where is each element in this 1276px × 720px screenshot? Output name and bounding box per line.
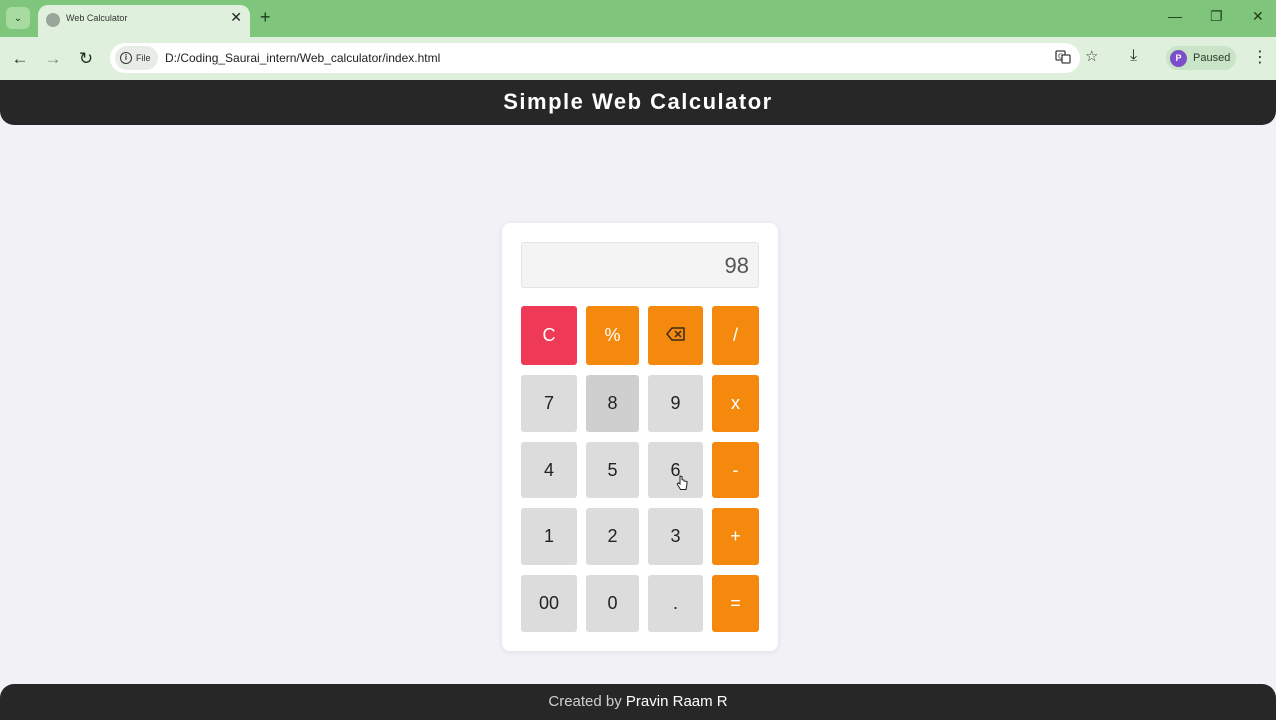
key-3[interactable]: 3 bbox=[648, 508, 703, 565]
display-value: 98 bbox=[724, 253, 749, 278]
clear-button[interactable]: C bbox=[521, 306, 577, 365]
star-icon[interactable]: ☆ bbox=[1085, 49, 1098, 65]
forward-button[interactable]: → bbox=[42, 48, 64, 70]
reload-icon: ↻ bbox=[78, 49, 94, 68]
plus-button[interactable]: + bbox=[712, 508, 759, 565]
chevron-down-icon: ⌄ bbox=[13, 12, 23, 24]
profile-status: Paused bbox=[1193, 52, 1231, 64]
profile-button[interactable]: P Paused bbox=[1166, 46, 1236, 70]
key-5[interactable]: 5 bbox=[586, 442, 639, 498]
backspace-button[interactable] bbox=[648, 306, 703, 365]
divide-button[interactable]: / bbox=[712, 306, 759, 365]
footer-author: Pravin Raam R bbox=[625, 693, 728, 710]
key-9[interactable]: 9 bbox=[648, 375, 703, 432]
calculator: 98 C % / 7 8 9 x 4 5 6 - 1 2 3 + 00 0 . … bbox=[502, 223, 778, 651]
browser-toolbar: ← → ↻ i File D:/Coding_Saurai_intern/Web… bbox=[0, 37, 1276, 80]
active-tab[interactable]: Web Calculator ✕ bbox=[38, 5, 250, 37]
close-window-button[interactable]: ✕ bbox=[1252, 9, 1264, 23]
footer-prefix: Created by bbox=[548, 693, 626, 710]
download-icon[interactable]: ⤓ bbox=[1130, 47, 1137, 65]
address-bar[interactable]: i File D:/Coding_Saurai_intern/Web_calcu… bbox=[110, 43, 1098, 73]
reload-button[interactable]: ↻ bbox=[75, 48, 97, 70]
footer-text: Created by Pravin Raam R bbox=[0, 693, 1276, 710]
info-icon: i bbox=[120, 52, 132, 64]
decimal-button[interactable]: . bbox=[648, 575, 703, 632]
minus-button[interactable]: - bbox=[712, 442, 759, 498]
avatar: P bbox=[1170, 49, 1187, 67]
forward-icon: → bbox=[44, 49, 62, 68]
equals-button[interactable]: = bbox=[712, 575, 759, 632]
key-6[interactable]: 6 bbox=[648, 442, 703, 498]
page-title: Simple Web Calculator bbox=[503, 89, 773, 114]
site-info-label: File bbox=[136, 53, 151, 63]
tab-close-button[interactable]: ✕ bbox=[230, 10, 242, 24]
back-icon: ← bbox=[11, 49, 29, 68]
backspace-icon bbox=[665, 325, 686, 346]
key-7[interactable]: 7 bbox=[521, 375, 577, 432]
restore-button[interactable]: ❐ bbox=[1210, 9, 1223, 23]
url-text[interactable]: D:/Coding_Saurai_intern/Web_calculator/i… bbox=[165, 51, 440, 65]
tab-search-button[interactable]: ⌄ bbox=[6, 7, 30, 29]
minimize-button[interactable]: — bbox=[1168, 9, 1182, 23]
favicon-icon bbox=[46, 13, 60, 27]
calculator-display: 98 bbox=[521, 242, 759, 288]
browser-tab-strip: ⌄ Web Calculator ✕ + — ❐ ✕ bbox=[0, 0, 1276, 37]
page-footer: Created by Pravin Raam R bbox=[0, 684, 1276, 720]
menu-icon[interactable]: ⋮ bbox=[1252, 47, 1268, 67]
key-4[interactable]: 4 bbox=[521, 442, 577, 498]
key-00[interactable]: 00 bbox=[521, 575, 577, 632]
new-tab-button[interactable]: + bbox=[260, 8, 271, 26]
key-0[interactable]: 0 bbox=[586, 575, 639, 632]
percent-button[interactable]: % bbox=[586, 306, 639, 365]
page-header: Simple Web Calculator bbox=[0, 80, 1276, 125]
back-button[interactable]: ← bbox=[9, 48, 31, 70]
translate-icon[interactable]: G bbox=[1055, 49, 1071, 69]
key-1[interactable]: 1 bbox=[521, 508, 577, 565]
key-8[interactable]: 8 bbox=[586, 375, 639, 432]
site-info-chip[interactable]: i File bbox=[115, 46, 158, 70]
tab-title: Web Calculator bbox=[66, 13, 128, 23]
multiply-button[interactable]: x bbox=[712, 375, 759, 432]
key-2[interactable]: 2 bbox=[586, 508, 639, 565]
